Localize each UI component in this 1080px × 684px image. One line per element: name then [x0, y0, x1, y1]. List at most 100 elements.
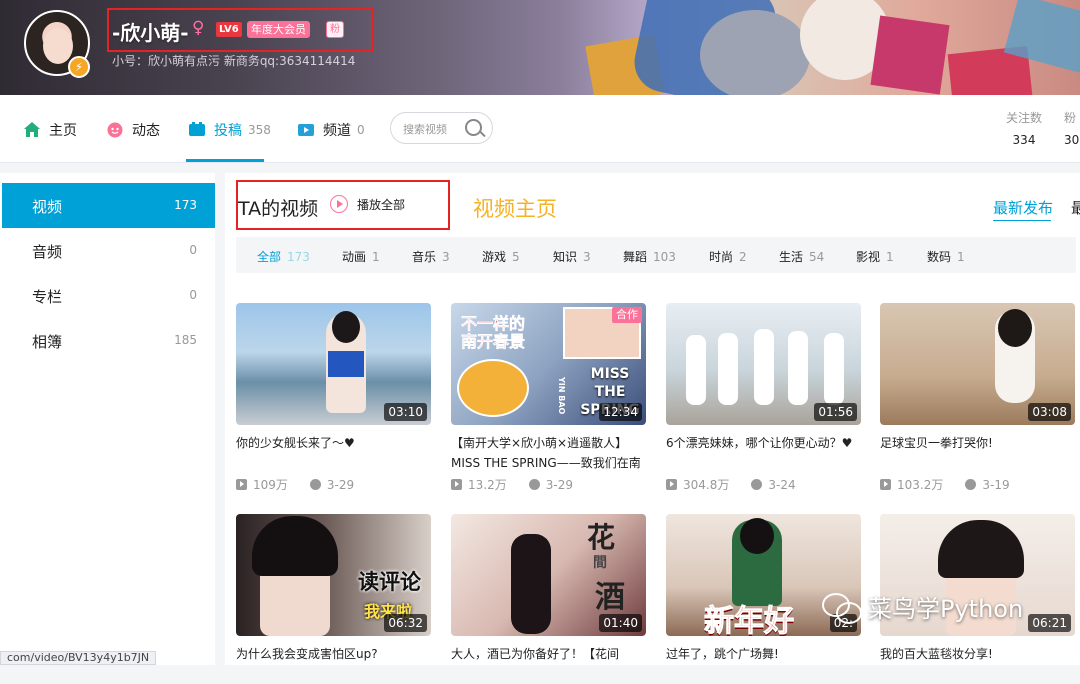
video-title[interactable]: 过年了，跳个广场舞! [666, 644, 864, 684]
video-title[interactable]: 你的少女舰长来了～♥ [236, 433, 434, 473]
sidebar-item-label: 专栏 [32, 288, 63, 306]
video-thumbnail[interactable]: 读评论 我来啦 06:32 [236, 514, 431, 636]
video-meta: 13.2万 3-29 [451, 476, 573, 493]
video-date: 3-24 [768, 477, 796, 492]
views-icon [666, 479, 677, 490]
video-views: 304.8万 [683, 478, 730, 492]
status-url: com/video/BV13y4y1b7JN [0, 651, 157, 665]
sort-latest[interactable]: 最新发布 [993, 197, 1053, 218]
username: -欣小萌- [112, 21, 189, 45]
fans-stat[interactable]: 粉 302 [1064, 109, 1080, 147]
profile-banner: ⚡ -欣小萌- ♀ LV6 年度大会员 粉 小号：欣小萌有点污 新商务qq:36… [0, 0, 1080, 95]
sidebar-item-count: 185 [174, 333, 197, 347]
tab-posts-count: 358 [248, 123, 271, 137]
play-icon [330, 195, 348, 213]
dynamic-icon [107, 122, 123, 138]
search-input[interactable]: 搜索视频 [390, 112, 493, 144]
video-views: 103.2万 [897, 478, 944, 492]
video-meta: 109万 3-29 [236, 476, 354, 493]
fan-badge[interactable]: 粉 [326, 21, 344, 38]
video-thumbnail[interactable]: 03:08 [880, 303, 1075, 425]
video-title[interactable]: 足球宝贝一拳打哭你! [880, 433, 1078, 473]
tab-channel-count: 0 [357, 123, 365, 137]
video-title[interactable]: 为什么我会变成害怕区up? [236, 644, 434, 684]
channel-icon [298, 124, 314, 136]
fans-count: 302 [1064, 133, 1080, 147]
play-all-button[interactable]: 播放全部 [330, 195, 405, 213]
sidebar-item-count: 0 [189, 288, 197, 302]
watermark: 菜鸟学Python [822, 589, 1023, 624]
category-tab[interactable]: 全部 173 [257, 248, 310, 265]
sidebar-item-label: 音频 [32, 243, 63, 261]
video-duration: 03:10 [384, 403, 427, 421]
video-thumbnail[interactable]: 花 間 酒 01:40 [451, 514, 646, 636]
banner-deco [870, 15, 950, 95]
video-title[interactable]: 【南开大学×欣小萌×逍遥散人】MISS THE SPRING——致我们在南 [451, 433, 649, 473]
tab-home[interactable]: 主页 [23, 120, 77, 140]
female-icon: ♀ [192, 18, 205, 38]
overlay-text: YIN BAO [557, 377, 566, 415]
views-icon [236, 479, 247, 490]
views-icon [451, 479, 462, 490]
tab-posts[interactable]: 投稿 358 [188, 120, 271, 140]
video-thumbnail[interactable]: 不一样的南开春景 MISS THE SPRING YIN BAO 合作 12:3… [451, 303, 646, 425]
sidebar-item-audio[interactable]: 音频 0 [2, 228, 215, 273]
clock-icon [528, 479, 540, 490]
section-title: TA的视频 [238, 198, 319, 220]
category-tab[interactable]: 舞蹈 103 [623, 248, 676, 265]
category-tab[interactable]: 音乐 3 [412, 248, 450, 265]
category-tab[interactable]: 影视 1 [856, 248, 894, 265]
fans-label: 粉 [1064, 111, 1077, 125]
tab-channel[interactable]: 频道 0 [297, 120, 365, 140]
sidebar-item-label: 视频 [32, 198, 63, 216]
search-icon[interactable] [465, 119, 482, 136]
sidebar-item-count: 173 [174, 198, 197, 212]
video-duration: 01:56 [814, 403, 857, 421]
posts-icon [189, 122, 205, 136]
tab-home-label: 主页 [49, 123, 77, 139]
sidebar-item-video[interactable]: 视频 173 [2, 183, 215, 228]
category-tab[interactable]: 数码 1 [927, 248, 965, 265]
video-meta: 103.2万 3-19 [880, 476, 1010, 493]
overlay-text: 花 [587, 521, 616, 554]
video-meta: 304.8万 3-24 [666, 476, 796, 493]
following-label: 关注数 [1006, 111, 1043, 125]
following-count: 334 [1012, 133, 1036, 147]
level-badge[interactable]: LV6 [216, 22, 242, 37]
video-thumbnail[interactable]: 03:10 [236, 303, 431, 425]
sidebar-item-album[interactable]: 相簿 185 [2, 318, 215, 363]
clock-icon [751, 479, 763, 490]
home-icon [24, 122, 40, 137]
sidebar-item-column[interactable]: 专栏 0 [2, 273, 215, 318]
overlay-text: 读评论 [358, 570, 421, 594]
video-duration: 01:40 [599, 614, 642, 632]
video-views: 109万 [253, 478, 288, 492]
overlay-text: 不一样的南开春景 [461, 314, 526, 351]
vip-badge[interactable]: 年度大会员 [247, 21, 310, 38]
watermark-text: 菜鸟学Python [868, 595, 1024, 623]
video-title[interactable]: 6个漂亮妹妹，哪个让你更心动？♥ [666, 433, 864, 473]
category-tab[interactable]: 生活 54 [779, 248, 824, 265]
category-tab[interactable]: 动画 1 [342, 248, 380, 265]
active-tab-underline [186, 159, 264, 162]
sort-underline [993, 220, 1051, 221]
profile-subline: 小号：欣小萌有点污 新商务qq:3634114414 [112, 54, 356, 68]
video-thumbnail[interactable]: 01:56 [666, 303, 861, 425]
video-title[interactable]: 我的百大蓝毯妆分享! [880, 644, 1078, 684]
category-tab[interactable]: 游戏 5 [482, 248, 520, 265]
profile-nav: 主页 动态 投稿 358 频道 0 搜索视频 关注数 334 粉 302 [0, 95, 1080, 163]
tab-dynamic-label: 动态 [132, 123, 160, 139]
tab-dynamic[interactable]: 动态 [106, 120, 160, 140]
sort-other[interactable]: 最 [1071, 197, 1080, 218]
category-tab[interactable]: 时尚 2 [709, 248, 747, 265]
category-tab[interactable]: 知识 3 [553, 248, 591, 265]
video-title[interactable]: 大人，酒已为你备好了！【花间 [451, 644, 649, 684]
wechat-icon [822, 591, 862, 624]
sidebar-item-label: 相簿 [32, 333, 63, 351]
video-date: 3-29 [545, 477, 573, 492]
sidebar-item-count: 0 [189, 243, 197, 257]
overlay-text: 新年好 [704, 604, 795, 637]
following-stat[interactable]: 关注数 334 [1006, 109, 1042, 147]
video-home-link[interactable]: 视频主页 [473, 193, 557, 223]
category-filter: 全部 173 动画 1 音乐 3 游戏 5 知识 3 舞蹈 103 时尚 2 生活 54 影视 1… [236, 237, 1076, 273]
